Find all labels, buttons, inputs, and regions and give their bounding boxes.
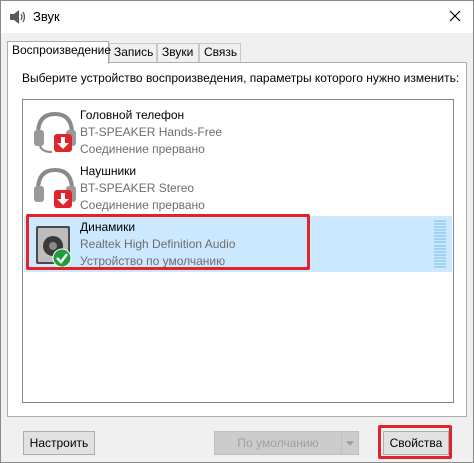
disconnected-arrow-icon <box>54 190 72 208</box>
device-status: Устройство по умолчанию <box>80 254 226 268</box>
list-item-headphones[interactable]: Наушники BT-SPEAKER Stereo Соединение пр… <box>24 160 452 216</box>
default-check-icon <box>52 248 72 268</box>
tab-communications[interactable]: Связь <box>199 43 241 62</box>
chevron-down-icon <box>346 436 354 450</box>
device-name: Наушники <box>80 164 137 178</box>
window-title: Звук <box>33 9 60 24</box>
close-button[interactable] <box>443 5 467 29</box>
sound-dialog: Звук Воспроизведение Запись Звуки Связь … <box>0 0 474 463</box>
set-default-split-button[interactable]: По умолчанию <box>214 431 360 455</box>
list-item-headset[interactable]: Головной телефон BT-SPEAKER Hands-Free С… <box>24 104 452 160</box>
list-item-speakers[interactable]: Динамики Realtek High Definition Audio У… <box>24 216 452 272</box>
set-default-button[interactable]: По умолчанию <box>214 431 342 455</box>
tab-recording[interactable]: Запись <box>109 43 157 62</box>
device-list[interactable]: Головной телефон BT-SPEAKER Hands-Free С… <box>22 99 454 403</box>
disconnected-arrow-icon <box>54 134 72 152</box>
device-description: BT-SPEAKER Hands-Free <box>80 125 223 139</box>
playback-panel: Выберите устройство воспроизведения, пар… <box>7 62 467 417</box>
close-icon <box>449 10 461 25</box>
device-status: Соединение прервано <box>80 142 205 156</box>
instruction-text: Выберите устройство воспроизведения, пар… <box>22 71 460 85</box>
set-default-dropdown[interactable] <box>341 431 359 455</box>
title-bar[interactable]: Звук <box>1 1 473 33</box>
properties-button[interactable]: Свойства <box>383 431 449 455</box>
device-description: BT-SPEAKER Stereo <box>80 181 195 195</box>
volume-level-meter <box>434 220 446 268</box>
speaker-icon <box>9 8 27 26</box>
configure-button[interactable]: Настроить <box>23 431 95 455</box>
tab-sounds[interactable]: Звуки <box>157 43 199 62</box>
tab-playback[interactable]: Воспроизведение <box>7 41 111 64</box>
device-status: Соединение прервано <box>80 198 205 212</box>
device-name: Динамики <box>80 220 136 234</box>
device-name: Головной телефон <box>80 108 185 122</box>
device-description: Realtek High Definition Audio <box>80 237 236 251</box>
